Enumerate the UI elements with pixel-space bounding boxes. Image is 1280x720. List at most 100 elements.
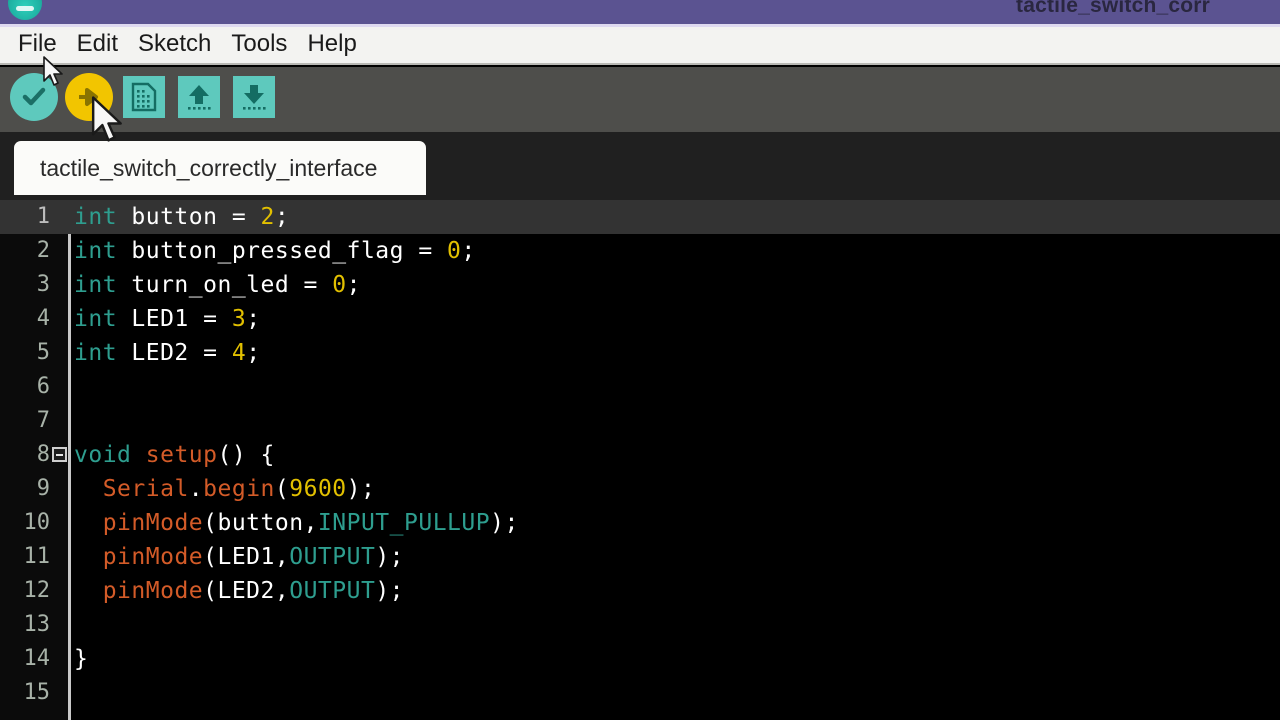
code-text: pinMode(LED2,OUTPUT); [74, 574, 404, 608]
code-text: pinMode(LED1,OUTPUT); [74, 540, 404, 574]
title-bar: tactile_switch_corr [0, 0, 1280, 24]
code-text: int LED1 = 3; [74, 302, 261, 336]
arrow-up-icon [188, 85, 211, 110]
menu-item-tools[interactable]: Tools [221, 30, 297, 58]
line-number: 14 [23, 646, 51, 671]
code-token: (LED1, [203, 544, 290, 570]
verify-button[interactable] [10, 73, 58, 121]
new-sketch-button-square [123, 76, 165, 118]
code-token: int [74, 306, 118, 332]
tab-sketch-active[interactable]: tactile_switch_correctly_interface [14, 141, 426, 195]
code-editor[interactable]: 1 int button = 2; 2 int button_pressed_flag… [0, 200, 1280, 720]
code-token: INPUT_PULLUP [317, 510, 491, 536]
code-token: LED2 = [117, 340, 232, 366]
line-number: 15 [23, 680, 51, 705]
menu-item-edit[interactable]: Edit [67, 30, 128, 58]
verify-button-circle [10, 73, 58, 121]
code-line[interactable]: 14} [0, 642, 1280, 676]
code-token: } [74, 646, 89, 672]
arduino-logo-icon [8, 0, 42, 20]
line-number: 4 [36, 306, 50, 331]
open-button[interactable] [175, 73, 223, 121]
tab-label: tactile_switch_correctly_interface [40, 154, 378, 181]
line-number: 2 [36, 238, 50, 263]
tab-strip: tactile_switch_correctly_interface [0, 132, 1280, 200]
code-line[interactable]: 6 [0, 370, 1280, 404]
code-token: 3 [231, 306, 247, 332]
code-token: setup [145, 442, 218, 468]
code-token: void [74, 442, 132, 468]
line-number: 1 [36, 204, 50, 229]
code-token: OUTPUT [289, 544, 376, 570]
menu-item-file[interactable]: File [8, 30, 67, 58]
save-button[interactable] [230, 73, 278, 121]
code-token: (LED2, [203, 578, 290, 604]
code-token: . [188, 476, 204, 502]
window-title: tactile_switch_corr [1016, 0, 1211, 17]
code-token: ; [461, 238, 476, 264]
code-token: ; [246, 340, 261, 366]
code-token: ); [375, 544, 405, 570]
code-text: Serial.begin(9600); [74, 472, 375, 506]
code-token: turn_on_led = [117, 272, 333, 298]
line-number: 6 [36, 374, 50, 399]
code-line[interactable]: 11 pinMode(LED1,OUTPUT); [0, 540, 1280, 574]
code-line[interactable]: 4 int LED1 = 3; [0, 302, 1280, 336]
line-number: 12 [23, 578, 51, 603]
code-text: void setup() { [74, 438, 275, 472]
new-file-icon [131, 82, 157, 112]
code-text: int LED2 = 4; [74, 336, 261, 370]
line-number: 11 [23, 544, 51, 569]
code-line[interactable]: 7 [0, 404, 1280, 438]
code-token: ; [346, 272, 361, 298]
menu-item-sketch[interactable]: Sketch [128, 30, 221, 58]
line-number: 10 [23, 510, 51, 535]
code-token: int [74, 204, 118, 230]
code-text: pinMode(button,INPUT_PULLUP); [74, 506, 519, 540]
code-text: int button = 2; [74, 200, 289, 234]
code-line[interactable]: 8 void setup() { [0, 438, 1280, 472]
code-line[interactable]: 5 int LED2 = 4; [0, 336, 1280, 370]
save-button-square [233, 76, 275, 118]
code-token: () { [217, 442, 275, 468]
code-token: OUTPUT [289, 578, 376, 604]
line-number: 3 [36, 272, 50, 297]
code-token: button = [117, 204, 261, 230]
code-token: pinMode [102, 510, 204, 536]
toolbar [0, 67, 1280, 132]
code-token: int [74, 272, 118, 298]
code-token: ; [274, 204, 290, 230]
code-token: ; [246, 306, 261, 332]
code-token: Serial [102, 476, 189, 502]
code-text: int turn_on_led = 0; [74, 268, 361, 302]
code-line[interactable]: 13 [0, 608, 1280, 642]
code-token: 0 [332, 272, 347, 298]
code-line[interactable]: 9 Serial.begin(9600); [0, 472, 1280, 506]
code-token: pinMode [102, 578, 204, 604]
code-token: LED1 = [117, 306, 232, 332]
upload-button[interactable] [65, 73, 113, 121]
code-line[interactable]: 1 int button = 2; [0, 200, 1280, 234]
open-button-square [178, 76, 220, 118]
code-fold-toggle-icon[interactable] [52, 447, 67, 462]
code-line[interactable]: 15 [0, 676, 1280, 710]
code-token: ( [274, 476, 290, 502]
code-line[interactable]: 12 pinMode(LED2,OUTPUT); [0, 574, 1280, 608]
code-token: ); [346, 476, 376, 502]
code-line[interactable]: 2 int button_pressed_flag = 0; [0, 234, 1280, 268]
code-token: button_pressed_flag = [117, 238, 448, 264]
new-sketch-button[interactable] [120, 73, 168, 121]
code-line-list: 1 int button = 2; 2 int button_pressed_flag… [0, 200, 1280, 710]
arrow-right-icon [79, 88, 98, 106]
code-token: int [74, 340, 118, 366]
arduino-ide-window: tactile_switch_corr File Edit Sketch Too… [0, 0, 1280, 720]
code-line[interactable]: 10 pinMode(button,INPUT_PULLUP); [0, 506, 1280, 540]
code-token: ); [375, 578, 405, 604]
code-token: 4 [231, 340, 247, 366]
menu-item-help[interactable]: Help [297, 30, 366, 58]
code-line[interactable]: 3 int turn_on_led = 0; [0, 268, 1280, 302]
